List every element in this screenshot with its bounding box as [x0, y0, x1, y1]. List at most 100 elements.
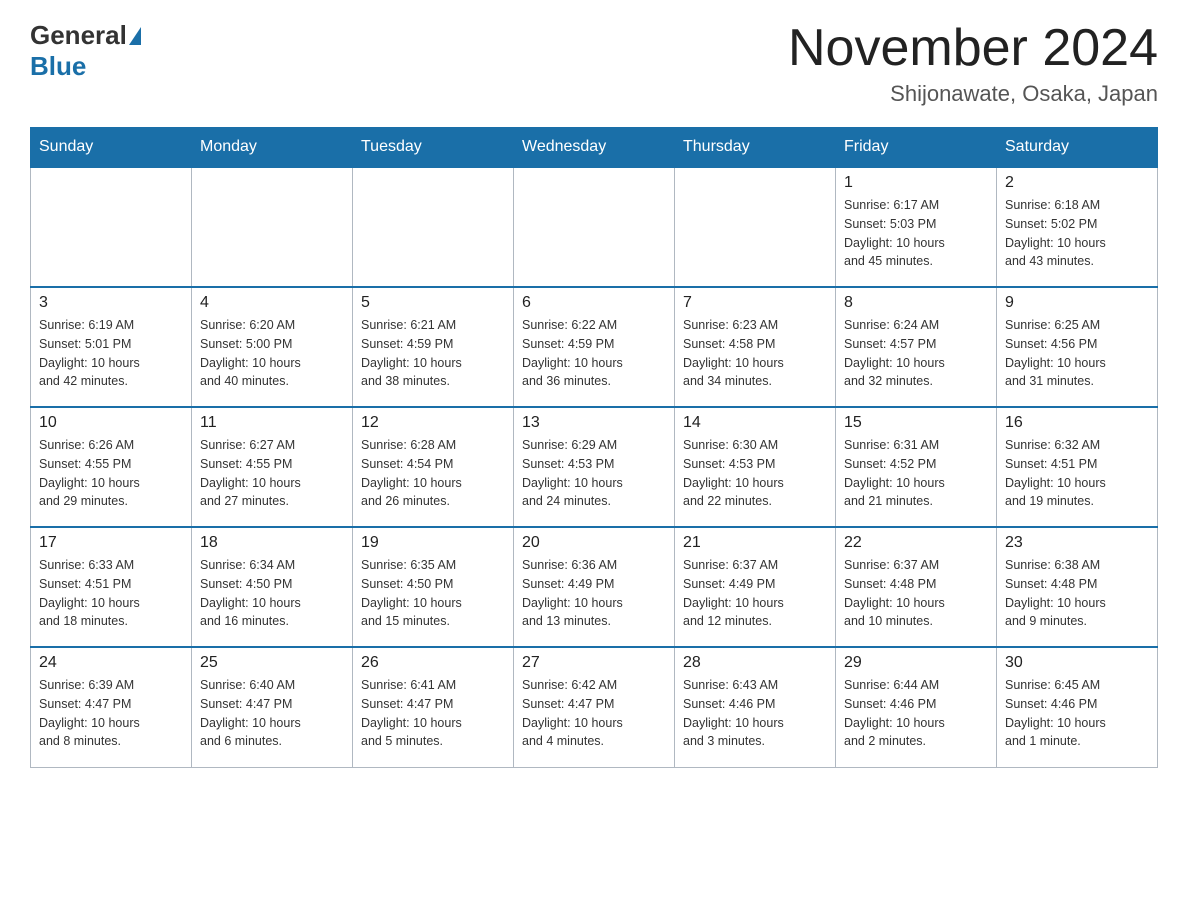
- day-info: Sunrise: 6:38 AMSunset: 4:48 PMDaylight:…: [1005, 556, 1149, 631]
- calendar-cell: 7 Sunrise: 6:23 AMSunset: 4:58 PMDaylight…: [675, 287, 836, 407]
- day-info: Sunrise: 6:23 AMSunset: 4:58 PMDaylight:…: [683, 316, 827, 391]
- week-row: 10 Sunrise: 6:26 AMSunset: 4:55 PMDayligh…: [31, 407, 1158, 527]
- day-number: 1: [844, 174, 988, 192]
- calendar-cell: [353, 167, 514, 287]
- calendar-cell: 26Sunrise: 6:41 AMSunset: 4:47 PMDayligh…: [353, 647, 514, 767]
- day-number: 5: [361, 294, 505, 312]
- calendar-cell: 25Sunrise: 6:40 AMSunset: 4:47 PMDayligh…: [192, 647, 353, 767]
- logo-blue-text: Blue: [30, 51, 86, 81]
- day-info: Sunrise: 6:26 AMSunset: 4:55 PMDaylight:…: [39, 436, 183, 511]
- day-number: 4: [200, 294, 344, 312]
- day-number: 12: [361, 414, 505, 432]
- day-number: 30: [1005, 654, 1149, 672]
- day-of-week-header: Wednesday: [514, 128, 675, 168]
- calendar-cell: [192, 167, 353, 287]
- day-number: 28: [683, 654, 827, 672]
- logo-triangle-icon: [129, 27, 141, 45]
- location-title: Shijonawate, Osaka, Japan: [788, 81, 1158, 107]
- day-number: 25: [200, 654, 344, 672]
- day-number: 11: [200, 414, 344, 432]
- day-number: 16: [1005, 414, 1149, 432]
- day-info: Sunrise: 6:27 AMSunset: 4:55 PMDaylight:…: [200, 436, 344, 511]
- week-row: 3 Sunrise: 6:19 AMSunset: 5:01 PMDaylight…: [31, 287, 1158, 407]
- day-info: Sunrise: 6:37 AMSunset: 4:49 PMDaylight:…: [683, 556, 827, 631]
- calendar-cell: 20 Sunrise: 6:36 AMSunset: 4:49 PMDayligh…: [514, 527, 675, 647]
- day-number: 10: [39, 414, 183, 432]
- day-of-week-header: Sunday: [31, 128, 192, 168]
- day-info: Sunrise: 6:32 AMSunset: 4:51 PMDaylight:…: [1005, 436, 1149, 511]
- day-number: 26: [361, 654, 505, 672]
- calendar-cell: 29Sunrise: 6:44 AMSunset: 4:46 PMDayligh…: [836, 647, 997, 767]
- day-of-week-header: Thursday: [675, 128, 836, 168]
- day-of-week-header: Friday: [836, 128, 997, 168]
- day-number: 27: [522, 654, 666, 672]
- calendar-cell: 24 Sunrise: 6:39 AMSunset: 4:47 PMDayligh…: [31, 647, 192, 767]
- day-info: Sunrise: 6:28 AMSunset: 4:54 PMDaylight:…: [361, 436, 505, 511]
- calendar-table: SundayMondayTuesdayWednesdayThursdayFrid…: [30, 127, 1158, 768]
- day-number: 6: [522, 294, 666, 312]
- calendar-cell: 22 Sunrise: 6:37 AMSunset: 4:48 PMDayligh…: [836, 527, 997, 647]
- calendar-cell: 4 Sunrise: 6:20 AMSunset: 5:00 PMDaylight…: [192, 287, 353, 407]
- calendar-cell: 5 Sunrise: 6:21 AMSunset: 4:59 PMDaylight…: [353, 287, 514, 407]
- calendar-cell: 19 Sunrise: 6:35 AMSunset: 4:50 PMDayligh…: [353, 527, 514, 647]
- logo: General Blue: [30, 20, 143, 82]
- calendar-cell: 18 Sunrise: 6:34 AMSunset: 4:50 PMDayligh…: [192, 527, 353, 647]
- calendar-cell: 27 Sunrise: 6:42 AMSunset: 4:47 PMDayligh…: [514, 647, 675, 767]
- calendar-header-row: SundayMondayTuesdayWednesdayThursdayFrid…: [31, 128, 1158, 168]
- day-of-week-header: Saturday: [997, 128, 1158, 168]
- calendar-cell: 15Sunrise: 6:31 AMSunset: 4:52 PMDayligh…: [836, 407, 997, 527]
- day-number: 18: [200, 534, 344, 552]
- week-row: 17Sunrise: 6:33 AMSunset: 4:51 PMDayligh…: [31, 527, 1158, 647]
- day-info: Sunrise: 6:36 AMSunset: 4:49 PMDaylight:…: [522, 556, 666, 631]
- calendar-cell: 17Sunrise: 6:33 AMSunset: 4:51 PMDayligh…: [31, 527, 192, 647]
- calendar-cell: 14Sunrise: 6:30 AMSunset: 4:53 PMDayligh…: [675, 407, 836, 527]
- calendar-cell: [514, 167, 675, 287]
- day-info: Sunrise: 6:19 AMSunset: 5:01 PMDaylight:…: [39, 316, 183, 391]
- day-info: Sunrise: 6:25 AMSunset: 4:56 PMDaylight:…: [1005, 316, 1149, 391]
- calendar-cell: 12 Sunrise: 6:28 AMSunset: 4:54 PMDayligh…: [353, 407, 514, 527]
- day-info: Sunrise: 6:43 AMSunset: 4:46 PMDaylight:…: [683, 676, 827, 751]
- calendar-cell: 10 Sunrise: 6:26 AMSunset: 4:55 PMDayligh…: [31, 407, 192, 527]
- day-info: Sunrise: 6:24 AMSunset: 4:57 PMDaylight:…: [844, 316, 988, 391]
- day-number: 2: [1005, 174, 1149, 192]
- day-number: 8: [844, 294, 988, 312]
- calendar-cell: [675, 167, 836, 287]
- day-number: 7: [683, 294, 827, 312]
- day-info: Sunrise: 6:31 AMSunset: 4:52 PMDaylight:…: [844, 436, 988, 511]
- day-info: Sunrise: 6:18 AMSunset: 5:02 PMDaylight:…: [1005, 196, 1149, 271]
- day-number: 13: [522, 414, 666, 432]
- day-info: Sunrise: 6:30 AMSunset: 4:53 PMDaylight:…: [683, 436, 827, 511]
- calendar-cell: 2 Sunrise: 6:18 AMSunset: 5:02 PMDaylight…: [997, 167, 1158, 287]
- day-number: 17: [39, 534, 183, 552]
- calendar-cell: 1 Sunrise: 6:17 AMSunset: 5:03 PMDaylight…: [836, 167, 997, 287]
- calendar-cell: 30 Sunrise: 6:45 AMSunset: 4:46 PMDayligh…: [997, 647, 1158, 767]
- calendar-cell: 23 Sunrise: 6:38 AMSunset: 4:48 PMDayligh…: [997, 527, 1158, 647]
- day-info: Sunrise: 6:45 AMSunset: 4:46 PMDaylight:…: [1005, 676, 1149, 751]
- calendar-cell: 16 Sunrise: 6:32 AMSunset: 4:51 PMDayligh…: [997, 407, 1158, 527]
- day-info: Sunrise: 6:44 AMSunset: 4:46 PMDaylight:…: [844, 676, 988, 751]
- day-info: Sunrise: 6:42 AMSunset: 4:47 PMDaylight:…: [522, 676, 666, 751]
- day-info: Sunrise: 6:17 AMSunset: 5:03 PMDaylight:…: [844, 196, 988, 271]
- day-info: Sunrise: 6:34 AMSunset: 4:50 PMDaylight:…: [200, 556, 344, 631]
- day-info: Sunrise: 6:37 AMSunset: 4:48 PMDaylight:…: [844, 556, 988, 631]
- day-info: Sunrise: 6:22 AMSunset: 4:59 PMDaylight:…: [522, 316, 666, 391]
- day-info: Sunrise: 6:35 AMSunset: 4:50 PMDaylight:…: [361, 556, 505, 631]
- calendar-cell: 13 Sunrise: 6:29 AMSunset: 4:53 PMDayligh…: [514, 407, 675, 527]
- day-number: 20: [522, 534, 666, 552]
- day-number: 23: [1005, 534, 1149, 552]
- day-of-week-header: Tuesday: [353, 128, 514, 168]
- day-of-week-header: Monday: [192, 128, 353, 168]
- day-number: 22: [844, 534, 988, 552]
- day-number: 19: [361, 534, 505, 552]
- day-info: Sunrise: 6:20 AMSunset: 5:00 PMDaylight:…: [200, 316, 344, 391]
- day-info: Sunrise: 6:39 AMSunset: 4:47 PMDaylight:…: [39, 676, 183, 751]
- day-info: Sunrise: 6:29 AMSunset: 4:53 PMDaylight:…: [522, 436, 666, 511]
- month-title: November 2024: [788, 20, 1158, 77]
- day-info: Sunrise: 6:21 AMSunset: 4:59 PMDaylight:…: [361, 316, 505, 391]
- week-row: 1 Sunrise: 6:17 AMSunset: 5:03 PMDaylight…: [31, 167, 1158, 287]
- day-number: 24: [39, 654, 183, 672]
- day-number: 3: [39, 294, 183, 312]
- calendar-cell: 3 Sunrise: 6:19 AMSunset: 5:01 PMDaylight…: [31, 287, 192, 407]
- page-header: General Blue November 2024 Shijonawate, …: [30, 20, 1158, 107]
- calendar-cell: 28 Sunrise: 6:43 AMSunset: 4:46 PMDayligh…: [675, 647, 836, 767]
